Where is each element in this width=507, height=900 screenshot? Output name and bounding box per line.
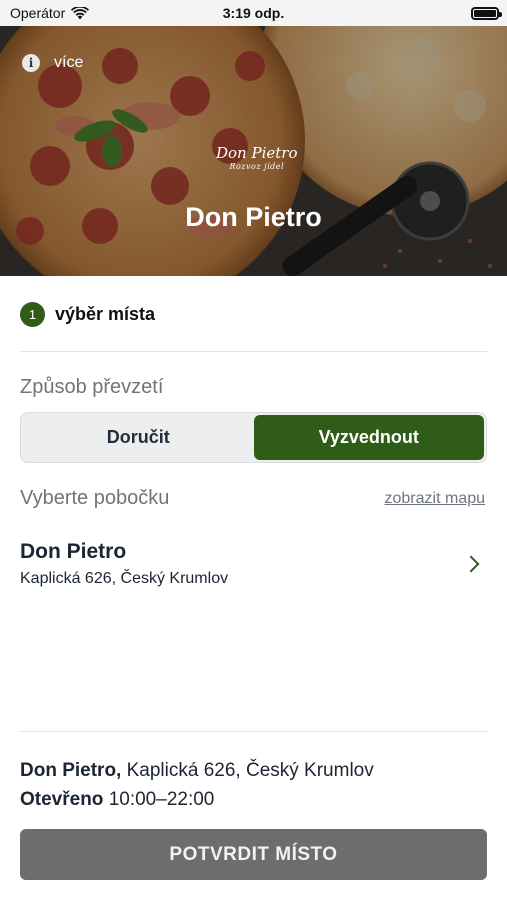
summary-address: Kaplická 626, Český Krumlov xyxy=(126,760,374,781)
logo-subtext: Rozvoz jídel xyxy=(229,162,285,171)
divider xyxy=(20,731,487,732)
status-bar: Operátor 3:19 odp. xyxy=(0,0,507,26)
restaurant-logo: Don Pietro Rozvoz jídel xyxy=(216,146,297,171)
opening-hours: 10:00–22:00 xyxy=(108,789,215,810)
open-status: Otevřeno xyxy=(20,789,104,810)
carrier-label: Operátor xyxy=(10,5,66,21)
delivery-option[interactable]: Doručit xyxy=(23,415,254,460)
step-indicator: 1 výběr místa xyxy=(20,302,155,327)
summary-hours: Otevřeno 10:00–22:00 xyxy=(20,785,374,814)
show-map-link[interactable]: zobrazit mapu xyxy=(385,490,486,508)
wifi-icon xyxy=(71,6,90,19)
branch-name: Don Pietro xyxy=(20,540,127,563)
summary-location: Don Pietro, Kaplická 626, Český Krumlov xyxy=(20,756,374,785)
selected-branch-summary: Don Pietro, Kaplická 626, Český Krumlov … xyxy=(20,756,374,814)
hero-banner: i více Don Pietro Rozvoz jídel Don Pietr… xyxy=(0,26,507,276)
info-icon: i xyxy=(22,54,40,72)
summary-name: Don Pietro, xyxy=(20,760,122,781)
pickup-method-label: Způsob převzetí xyxy=(20,376,164,398)
step-label: výběr místa xyxy=(55,304,156,324)
branch-address: Kaplická 626, Český Krumlov xyxy=(20,570,229,587)
battery-icon xyxy=(471,6,502,20)
more-info-button[interactable]: i více xyxy=(22,54,83,72)
pickup-option[interactable]: Vyzvednout xyxy=(253,415,484,460)
divider xyxy=(20,351,487,352)
status-time: 3:19 odp. xyxy=(222,5,285,21)
confirm-location-button[interactable]: POTVRDIT MÍSTO xyxy=(20,829,487,880)
pickup-method-toggle: Doručit Vyzvednout xyxy=(20,412,487,463)
more-info-label: více xyxy=(54,54,84,71)
step-number-badge: 1 xyxy=(20,302,45,327)
select-branch-label: Vyberte pobočku xyxy=(20,487,170,509)
branch-list-item[interactable]: Don Pietro Kaplická 626, Český Krumlov xyxy=(20,540,487,600)
status-left: Operátor xyxy=(10,5,90,21)
restaurant-title: Don Pietro xyxy=(185,202,322,232)
logo-text: Don Pietro xyxy=(216,144,298,162)
